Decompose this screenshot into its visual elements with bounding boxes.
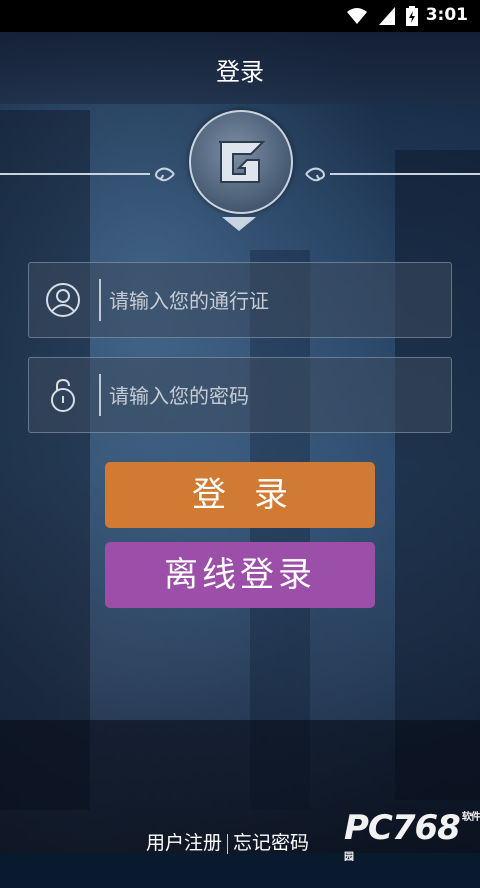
watermark: PC768 软件园 — [344, 808, 480, 888]
signal-icon — [379, 7, 395, 25]
ornament-left — [0, 173, 150, 175]
password-placeholder: 请输入您的密码 — [109, 384, 249, 408]
logo-area — [0, 105, 480, 235]
field-divider — [99, 374, 101, 416]
password-field[interactable]: 请输入您的密码 — [28, 357, 452, 433]
footer-links: 用户注册 忘记密码 — [146, 828, 309, 855]
status-time: 3:01 — [425, 5, 468, 25]
forgot-password-link[interactable]: 忘记密码 — [233, 832, 309, 854]
register-link[interactable]: 用户注册 — [146, 832, 222, 854]
battery-icon — [406, 6, 418, 26]
logo-g-icon — [219, 141, 266, 183]
offline-login-button[interactable]: 离线登录 — [105, 542, 375, 608]
ornament-right — [330, 173, 480, 175]
app-logo — [189, 110, 293, 214]
field-divider — [99, 279, 101, 321]
watermark-main: PC768 — [344, 808, 461, 848]
page-title: 登录 — [216, 58, 264, 86]
username-placeholder: 请输入您的通行证 — [109, 289, 269, 313]
lock-icon — [51, 378, 75, 412]
ornament-left-icon — [155, 167, 175, 182]
logo-pointer — [222, 217, 256, 231]
footer-divider — [227, 833, 229, 854]
username-field[interactable]: 请输入您的通行证 — [28, 262, 452, 338]
title-bar: 登录 — [0, 32, 480, 104]
status-bar: 3:01 — [0, 0, 480, 32]
user-icon — [46, 283, 80, 317]
wifi-icon — [347, 8, 367, 24]
login-button[interactable]: 登录 — [105, 462, 375, 528]
